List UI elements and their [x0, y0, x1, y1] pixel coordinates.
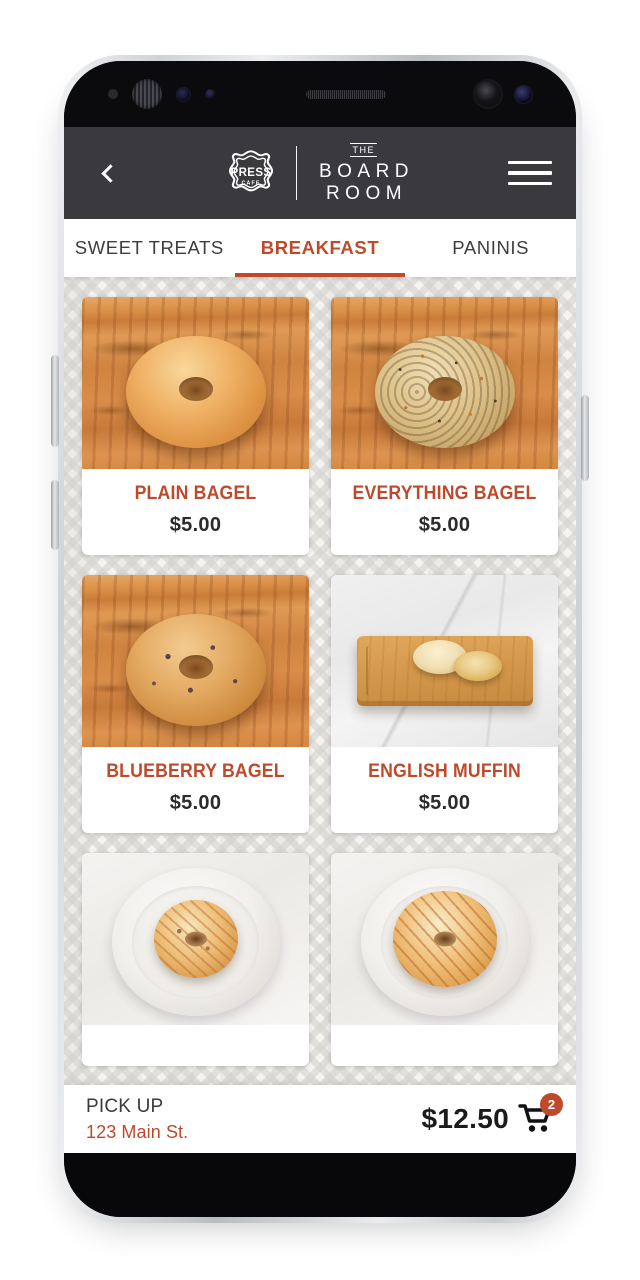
brand-room-label: ROOM	[325, 183, 408, 204]
assistant-button[interactable]	[51, 480, 59, 550]
phone-body: PRESS CAFE THE BOARD ROOM SWEET TREATS B…	[64, 61, 576, 1217]
menu-item-price: $5.00	[169, 514, 222, 536]
phone-screen: PRESS CAFE THE BOARD ROOM SWEET TREATS B…	[64, 127, 576, 1153]
plated-bagel-large-info	[331, 1025, 558, 1066]
tab-paninis[interactable]: PANINIS	[405, 219, 576, 277]
menu-item-name: BLUEBERRY BAGEL	[106, 761, 285, 782]
volume-button[interactable]	[51, 355, 59, 447]
menu-card-plated-bagel-small[interactable]	[82, 853, 309, 1066]
menu-card-blueberry-bagel[interactable]: BLUEBERRY BAGEL $5.00	[82, 575, 309, 833]
hamburger-menu-icon[interactable]	[508, 153, 552, 193]
menu-item-price: $5.00	[169, 792, 222, 814]
board-room-wordmark: THE BOARD ROOM	[313, 143, 414, 203]
menu-item-name: PLAIN BAGEL	[134, 483, 257, 504]
plated-bagel-small-info	[82, 1025, 309, 1066]
phone-top-bezel	[64, 61, 576, 127]
chevron-left-icon	[100, 163, 120, 183]
secondary-camera-icon	[515, 85, 532, 103]
front-camera-icon	[475, 81, 501, 107]
back-button[interactable]	[88, 153, 128, 193]
brand-the-label: THE	[350, 143, 377, 157]
tab-breakfast[interactable]: BREAKFAST	[234, 219, 406, 277]
iris-scanner-icon	[132, 79, 162, 109]
english-muffin-photo	[331, 575, 558, 747]
brand-logo: PRESS CAFE THE BOARD ROOM	[128, 143, 508, 203]
brand-board-label: BOARD	[318, 161, 415, 182]
menu-item-price: $5.00	[418, 792, 471, 814]
power-button[interactable]	[581, 395, 589, 481]
plain-bagel-info: PLAIN BAGEL $5.00	[82, 469, 309, 555]
press-cafe-badge-icon: PRESS CAFE	[222, 144, 280, 202]
everything-bagel-photo	[331, 297, 558, 469]
cart-count-badge: 2	[540, 1093, 563, 1116]
brand-divider	[295, 146, 298, 200]
earpiece-speaker-icon	[305, 89, 386, 99]
menu-item-name: ENGLISH MUFFIN	[368, 761, 521, 782]
tab-sweet-treats[interactable]: SWEET TREATS	[64, 219, 235, 277]
menu-item-price: $5.00	[418, 514, 471, 536]
menu-content: PLAIN BAGEL $5.00 EVERYTHING BAGEL $5.00…	[64, 277, 576, 1153]
everything-bagel-info: EVERYTHING BAGEL $5.00	[331, 469, 558, 555]
pickup-address: 123 Main St.	[86, 1121, 189, 1142]
front-sensor-icon	[176, 86, 191, 102]
cart-summary[interactable]: $12.50 2	[421, 1093, 563, 1136]
menu-card-plain-bagel[interactable]: PLAIN BAGEL $5.00	[82, 297, 309, 555]
menu-card-everything-bagel[interactable]: EVERYTHING BAGEL $5.00	[331, 297, 558, 555]
blueberry-bagel-photo	[82, 575, 309, 747]
plain-bagel-photo	[82, 297, 309, 469]
badge-cafe-text: CAFE	[241, 181, 260, 187]
badge-press-text: PRESS	[230, 167, 271, 179]
menu-item-name: EVERYTHING BAGEL	[352, 483, 537, 504]
small-bagel-plate-photo	[82, 853, 309, 1025]
phone-frame: PRESS CAFE THE BOARD ROOM SWEET TREATS B…	[58, 55, 582, 1223]
order-type-label: PICK UP	[86, 1095, 164, 1117]
order-bottom-bar: PICK UP 123 Main St. $12.50 2	[64, 1085, 576, 1153]
menu-item-grid: PLAIN BAGEL $5.00 EVERYTHING BAGEL $5.00…	[64, 277, 576, 1066]
cart-total-amount: $12.50	[421, 1103, 509, 1134]
cart-button[interactable]: 2	[518, 1093, 563, 1136]
menu-card-english-muffin[interactable]: ENGLISH MUFFIN $5.00	[331, 575, 558, 833]
light-sensor-icon	[205, 88, 216, 100]
app-header: PRESS CAFE THE BOARD ROOM	[64, 127, 576, 219]
blueberry-bagel-info: BLUEBERRY BAGEL $5.00	[82, 747, 309, 833]
large-bagel-plate-photo	[331, 853, 558, 1025]
menu-card-plated-bagel-large[interactable]	[331, 853, 558, 1066]
screenshot-stage: PRESS CAFE THE BOARD ROOM SWEET TREATS B…	[0, 0, 640, 1280]
english-muffin-info: ENGLISH MUFFIN $5.00	[331, 747, 558, 833]
category-tab-bar: SWEET TREATS BREAKFAST PANINIS	[64, 219, 576, 277]
proximity-sensor-icon	[108, 89, 118, 99]
pickup-info[interactable]: PICK UP 123 Main St.	[86, 1095, 422, 1143]
